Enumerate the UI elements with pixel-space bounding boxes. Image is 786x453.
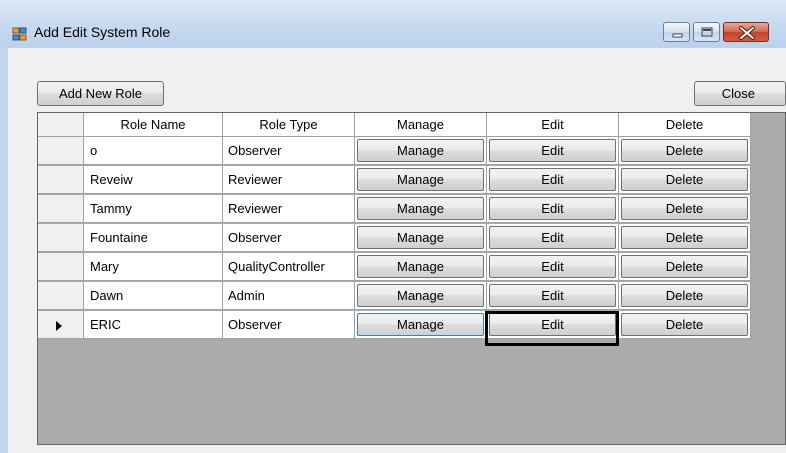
role-type-cell[interactable]: Observer — [223, 224, 355, 252]
row-header[interactable] — [38, 253, 84, 281]
app-window: Add Edit System Role Add New Role Close … — [0, 0, 786, 453]
role-name-cell[interactable]: Fountaine — [84, 224, 223, 252]
manage-button[interactable]: Manage — [357, 284, 484, 307]
role-name-cell[interactable]: Reveiw — [84, 166, 223, 194]
role-name-cell[interactable]: o — [84, 137, 223, 165]
role-type-cell[interactable]: Reviewer — [223, 195, 355, 223]
delete-cell: Delete — [619, 253, 751, 281]
role-name-cell[interactable]: ERIC — [84, 311, 223, 339]
manage-button[interactable]: Manage — [357, 197, 484, 220]
delete-button[interactable]: Delete — [621, 226, 748, 249]
delete-button[interactable]: Delete — [621, 284, 748, 307]
edit-cell: Edit — [487, 311, 619, 339]
roles-grid[interactable]: Role Name Role Type Manage Edit Delete o… — [37, 112, 786, 445]
current-row-arrow-icon — [56, 321, 62, 331]
delete-button[interactable]: Delete — [621, 313, 748, 336]
edit-button[interactable]: Edit — [489, 313, 616, 336]
role-name-cell[interactable]: Dawn — [84, 282, 223, 310]
role-type-cell[interactable]: Reviewer — [223, 166, 355, 194]
close-icon — [739, 26, 755, 40]
edit-cell: Edit — [487, 137, 619, 165]
minimize-icon — [672, 33, 683, 38]
header-corner — [38, 113, 84, 137]
edit-button[interactable]: Edit — [489, 255, 616, 278]
delete-cell: Delete — [619, 224, 751, 252]
row-header[interactable] — [38, 137, 84, 165]
manage-button[interactable]: Manage — [357, 255, 484, 278]
role-type-cell[interactable]: Observer — [223, 311, 355, 339]
delete-cell: Delete — [619, 195, 751, 223]
delete-button[interactable]: Delete — [621, 255, 748, 278]
manage-cell: Manage — [355, 137, 487, 165]
row-header[interactable] — [38, 195, 84, 223]
role-name-cell[interactable]: Mary — [84, 253, 223, 281]
edit-cell: Edit — [487, 282, 619, 310]
column-header-delete[interactable]: Delete — [619, 113, 751, 137]
role-type-cell[interactable]: Observer — [223, 137, 355, 165]
dialog-client-area: Add New Role Close Role Name Role Type M… — [8, 48, 786, 453]
manage-cell: Manage — [355, 224, 487, 252]
column-header-edit[interactable]: Edit — [487, 113, 619, 137]
column-header-role-type[interactable]: Role Type — [223, 113, 355, 137]
delete-cell: Delete — [619, 166, 751, 194]
manage-cell: Manage — [355, 311, 487, 339]
delete-button[interactable]: Delete — [621, 197, 748, 220]
row-header[interactable] — [38, 282, 84, 310]
minimize-button[interactable] — [663, 22, 690, 42]
close-button[interactable]: Close — [694, 81, 786, 106]
edit-cell: Edit — [487, 195, 619, 223]
edit-button[interactable]: Edit — [489, 197, 616, 220]
maximize-icon — [701, 27, 713, 37]
delete-button[interactable]: Delete — [621, 168, 748, 191]
column-header-role-name[interactable]: Role Name — [84, 113, 223, 137]
delete-button[interactable]: Delete — [621, 139, 748, 162]
column-header-manage[interactable]: Manage — [355, 113, 487, 137]
delete-cell: Delete — [619, 282, 751, 310]
manage-button[interactable]: Manage — [357, 226, 484, 249]
row-header[interactable] — [38, 224, 84, 252]
manage-button[interactable]: Manage — [357, 168, 484, 191]
manage-cell: Manage — [355, 166, 487, 194]
maximize-button[interactable] — [693, 22, 720, 42]
title-bar[interactable]: Add Edit System Role — [0, 0, 786, 48]
add-new-role-button[interactable]: Add New Role — [37, 81, 164, 106]
role-type-cell[interactable]: QualityController — [223, 253, 355, 281]
edit-button[interactable]: Edit — [489, 168, 616, 191]
edit-cell: Edit — [487, 166, 619, 194]
role-type-cell[interactable]: Admin — [223, 282, 355, 310]
manage-button[interactable]: Manage — [357, 139, 484, 162]
edit-cell: Edit — [487, 224, 619, 252]
edit-button[interactable]: Edit — [489, 284, 616, 307]
delete-cell: Delete — [619, 311, 751, 339]
manage-cell: Manage — [355, 282, 487, 310]
edit-button[interactable]: Edit — [489, 226, 616, 249]
close-window-button[interactable] — [723, 22, 769, 42]
edit-button[interactable]: Edit — [489, 139, 616, 162]
manage-cell: Manage — [355, 253, 487, 281]
app-window-icon — [12, 26, 28, 42]
manage-button[interactable]: Manage — [357, 313, 484, 336]
manage-cell: Manage — [355, 195, 487, 223]
window-title: Add Edit System Role — [34, 24, 171, 40]
row-header[interactable] — [38, 166, 84, 194]
delete-cell: Delete — [619, 137, 751, 165]
row-header[interactable] — [38, 311, 84, 339]
role-name-cell[interactable]: Tammy — [84, 195, 223, 223]
edit-cell: Edit — [487, 253, 619, 281]
